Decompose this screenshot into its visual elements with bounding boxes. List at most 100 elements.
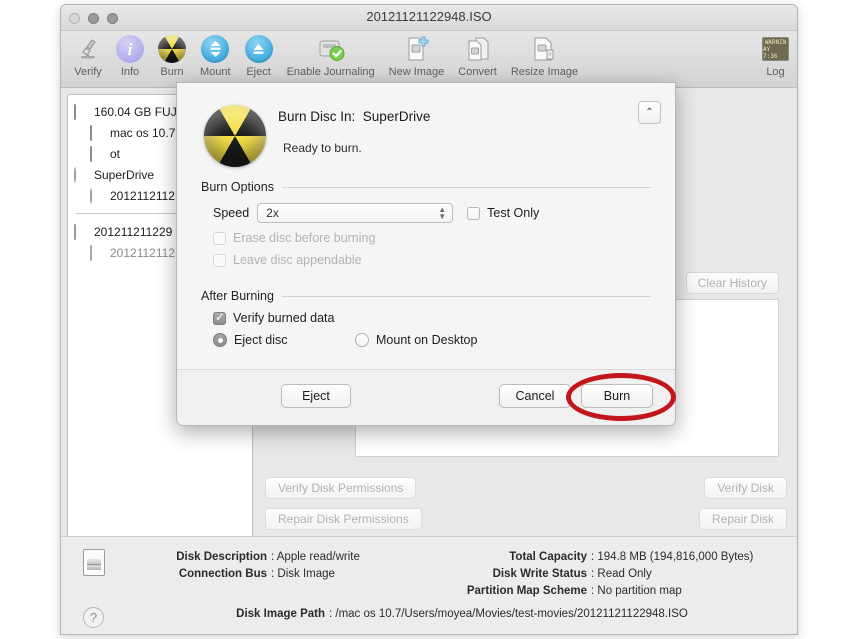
speed-row: Speed 2x ▲▼ Test Only	[177, 203, 675, 223]
mount-icon	[201, 33, 229, 65]
journaling-icon	[316, 33, 346, 65]
toolbar-button-eject[interactable]: Eject	[238, 33, 280, 78]
info-key: Disk Description	[119, 549, 271, 566]
resize-image-icon	[530, 33, 558, 65]
log-icon: WARNIN AY 7:36	[762, 33, 789, 65]
window-title: 20121121122948.ISO	[61, 9, 797, 24]
new-image-icon	[402, 33, 430, 65]
toolbar-items: Verify i Info Burn	[67, 33, 585, 78]
leave-appendable-checkbox-row[interactable]: Leave disc appendable	[177, 253, 675, 267]
disc-icon	[90, 189, 105, 203]
verify-disk-permissions-button[interactable]: Verify Disk Permissions	[265, 477, 416, 499]
disk-info-table: Disk Description : Apple read/write Tota…	[119, 549, 787, 623]
repair-disk-button[interactable]: Repair Disk	[699, 508, 787, 530]
clear-history-button[interactable]: Clear History	[686, 272, 779, 294]
verify-burned-data-row[interactable]: Verify burned data	[177, 311, 675, 325]
info-icon: i	[116, 33, 144, 65]
toolbar-button-verify[interactable]: Verify	[67, 33, 109, 78]
toolbar-button-convert[interactable]: Convert	[451, 33, 504, 78]
verify-burned-data-label: Verify burned data	[233, 311, 334, 325]
mount-on-desktop-radio-row[interactable]: Mount on Desktop	[355, 333, 477, 347]
sidebar-label: SuperDrive	[94, 168, 154, 182]
toolbar-button-info[interactable]: i Info	[109, 33, 151, 78]
divider	[282, 296, 651, 297]
toolbar-button-log[interactable]: WARNIN AY 7:36 Log	[762, 33, 789, 78]
cancel-button[interactable]: Cancel	[499, 384, 571, 408]
microscope-icon	[74, 33, 102, 65]
info-value: : Read Only	[591, 566, 652, 583]
verify-burned-data-checkbox[interactable]	[213, 312, 226, 325]
info-key: Disk Write Status	[419, 566, 591, 583]
toolbar-label-mount: Mount	[200, 66, 231, 78]
toolbar-label-burn: Burn	[160, 66, 183, 78]
volume-icon	[90, 126, 105, 140]
sidebar-label: ot	[110, 147, 120, 161]
sidebar-label: mac os 10.7	[110, 126, 175, 140]
after-burning-radio-row: Eject disc Mount on Desktop	[177, 333, 675, 347]
burn-icon	[158, 33, 186, 65]
erase-disc-checkbox[interactable]	[213, 232, 226, 245]
info-value: : No partition map	[591, 583, 682, 600]
toolbar-button-resize-image[interactable]: Resize Image	[504, 33, 585, 78]
screenshot-root: 20121121122948.ISO Verify	[0, 0, 851, 639]
eject-disc-radio-row[interactable]: Eject disc	[213, 333, 355, 347]
after-burning-header: After Burning	[177, 289, 675, 303]
test-only-checkbox-row[interactable]: Test Only	[467, 206, 539, 220]
toolbar-label-convert: Convert	[458, 66, 497, 78]
toolbar-button-enable-journaling[interactable]: Enable Journaling	[280, 33, 382, 78]
test-only-checkbox[interactable]	[467, 207, 480, 220]
burn-button[interactable]: Burn	[581, 384, 653, 408]
test-only-label: Test Only	[487, 206, 539, 220]
toolbar-button-burn[interactable]: Burn	[151, 33, 193, 78]
speed-select[interactable]: 2x ▲▼	[257, 203, 453, 223]
disk-info-bar: ? Disk Description : Apple read/write To…	[61, 536, 797, 635]
repair-disk-permissions-button[interactable]: Repair Disk Permissions	[265, 508, 422, 530]
info-value: : Disk Image	[271, 566, 335, 583]
toolbar-label-verify: Verify	[74, 66, 102, 78]
erase-disc-label: Erase disc before burning	[233, 231, 375, 245]
burn-target-value: SuperDrive	[363, 109, 431, 124]
burn-target-label: Burn Disc In:	[278, 109, 355, 124]
divider	[282, 187, 651, 188]
burn-dialog-content: Burn Disc In: SuperDrive Ready to burn. …	[177, 83, 675, 371]
eject-disc-radio[interactable]	[213, 333, 227, 347]
burn-dialog-title: Burn Disc In: SuperDrive	[278, 109, 430, 124]
info-key: Total Capacity	[419, 549, 591, 566]
toolbar-label-log: Log	[766, 66, 784, 78]
leave-appendable-label: Leave disc appendable	[233, 253, 362, 267]
table-row: Disk Image Path : /mac os 10.7/Users/moy…	[119, 606, 787, 623]
burn-options-header: Burn Options	[177, 180, 675, 194]
info-value: : 194.8 MB (194,816,000 Bytes)	[591, 549, 753, 566]
info-value: : Apple read/write	[271, 549, 360, 566]
erase-disc-checkbox-row[interactable]: Erase disc before burning	[177, 231, 675, 245]
info-value: : /mac os 10.7/Users/moyea/Movies/test-m…	[329, 606, 688, 623]
leave-appendable-checkbox[interactable]	[213, 254, 226, 267]
toolbar-label-enable-journaling: Enable Journaling	[287, 66, 375, 78]
burn-options-group: Burn Options Speed 2x ▲▼ Test Only	[177, 180, 675, 267]
table-row: Disk Description : Apple read/write Tota…	[119, 549, 787, 566]
eject-disc-label: Eject disc	[234, 333, 288, 347]
toolbar-label-eject: Eject	[246, 66, 270, 78]
disk-image-thumbnail-icon	[83, 549, 105, 576]
table-row: Connection Bus : Disk Image Disk Write S…	[119, 566, 787, 583]
toolbar-button-mount[interactable]: Mount	[193, 33, 238, 78]
toolbar-label-resize-image: Resize Image	[511, 66, 578, 78]
sidebar-label: 2012112112	[110, 246, 175, 260]
stepper-arrows-icon: ▲▼	[438, 206, 446, 220]
sidebar-label: 160.04 GB FUJ	[94, 105, 177, 119]
info-key: Connection Bus	[119, 566, 271, 583]
burn-dialog-buttonbar: Eject Cancel Burn	[177, 369, 675, 425]
mount-on-desktop-radio[interactable]	[355, 333, 369, 347]
disk-image-icon	[74, 225, 89, 239]
volume-icon	[90, 147, 105, 161]
info-key: Partition Map Scheme	[419, 583, 591, 600]
eject-button[interactable]: Eject	[281, 384, 351, 408]
sidebar-label: 201211211229	[94, 225, 172, 239]
chevron-up-icon[interactable]: ⌃	[638, 101, 661, 124]
convert-icon	[464, 33, 492, 65]
toolbar-button-new-image[interactable]: New Image	[382, 33, 452, 78]
burn-options-header-label: Burn Options	[201, 180, 274, 194]
help-button[interactable]: ?	[83, 607, 104, 628]
toolbar-label-info: Info	[121, 66, 139, 78]
verify-disk-button[interactable]: Verify Disk	[704, 477, 787, 499]
